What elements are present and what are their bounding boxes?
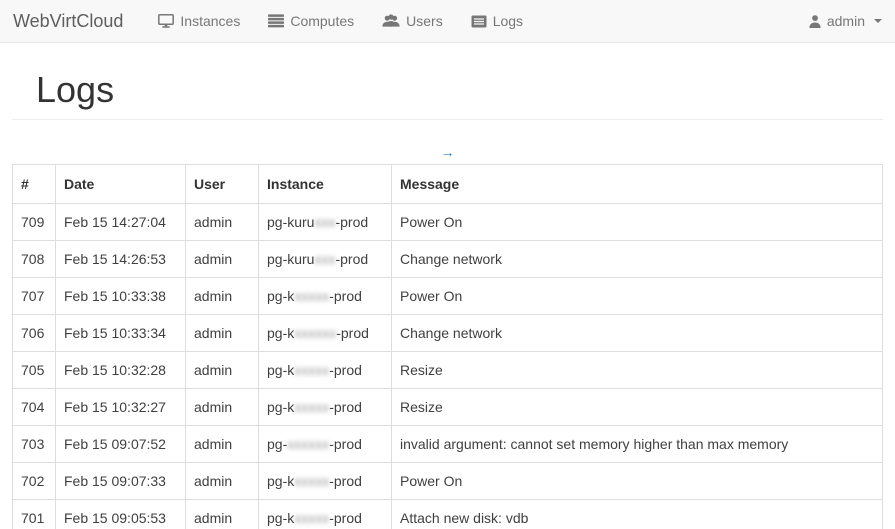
log-date: Feb 15 10:32:27 (56, 389, 186, 426)
table-row: 707 Feb 15 10:33:38 admin pg-kxxxxx-prod… (13, 278, 883, 315)
nav-label: Logs (493, 13, 523, 29)
log-instance: pg-kxxxxxx-prod (259, 315, 392, 352)
nav-item-instances[interactable]: Instances (144, 0, 254, 43)
log-user: admin (186, 278, 259, 315)
nav-item-computes[interactable]: Computes (254, 0, 368, 43)
log-date: Feb 15 09:07:52 (56, 426, 186, 463)
table-row: 704 Feb 15 10:32:27 admin pg-kxxxxx-prod… (13, 389, 883, 426)
log-message: invalid argument: cannot set memory high… (392, 426, 883, 463)
user-menu-label: admin (827, 13, 865, 29)
log-instance: pg-kxxxxx-prod (259, 463, 392, 500)
log-instance: pg-kxxxxx-prod (259, 500, 392, 529)
main-nav: Instances Computes (144, 0, 537, 43)
header-user: User (186, 165, 259, 204)
logs-icon (471, 15, 487, 28)
page-header: Logs (12, 70, 883, 120)
header-id: # (13, 165, 56, 204)
brand-webvirtcloud[interactable]: WebVirtCloud (13, 11, 123, 32)
chevron-down-icon (874, 19, 882, 23)
header-date: Date (56, 165, 186, 204)
log-message: Attach new disk: vdb (392, 500, 883, 529)
log-message: Change network (392, 315, 883, 352)
nav-item-logs[interactable]: Logs (457, 0, 537, 43)
table-row: 705 Feb 15 10:32:28 admin pg-kxxxxx-prod… (13, 352, 883, 389)
log-date: Feb 15 14:26:53 (56, 241, 186, 278)
table-row: 706 Feb 15 10:33:34 admin pg-kxxxxxx-pro… (13, 315, 883, 352)
header-message: Message (392, 165, 883, 204)
nav-item-users[interactable]: Users (368, 0, 457, 43)
log-user: admin (186, 315, 259, 352)
redacted-text: xxxxx (294, 288, 329, 304)
redacted-text: xxx (314, 251, 335, 267)
content: Logs → # Date User Instance Message 709 … (0, 70, 895, 529)
log-date: Feb 15 14:27:04 (56, 204, 186, 241)
log-instance: pg-kxxxxx-prod (259, 278, 392, 315)
log-message: Resize (392, 352, 883, 389)
server-icon (268, 14, 284, 28)
table-row: 703 Feb 15 09:07:52 admin pg-xxxxxx-prod… (13, 426, 883, 463)
redacted-text: xxxxx (294, 510, 329, 526)
desktop-icon (158, 14, 174, 28)
log-id: 703 (13, 426, 56, 463)
log-message: Power On (392, 463, 883, 500)
log-user: admin (186, 463, 259, 500)
log-user: admin (186, 500, 259, 529)
log-id: 705 (13, 352, 56, 389)
pagination: → (12, 144, 883, 162)
log-message: Resize (392, 389, 883, 426)
page-title: Logs (36, 70, 883, 110)
log-user: admin (186, 352, 259, 389)
navbar: WebVirtCloud Instances Compu (0, 0, 895, 43)
user-icon (809, 15, 821, 28)
log-message: Change network (392, 241, 883, 278)
log-message: Power On (392, 278, 883, 315)
log-user: admin (186, 204, 259, 241)
table-row: 701 Feb 15 09:05:53 admin pg-kxxxxx-prod… (13, 500, 883, 529)
log-instance: pg-kuruxxx-prod (259, 241, 392, 278)
redacted-text: xxxxx (294, 473, 329, 489)
log-user: admin (186, 426, 259, 463)
log-message: Power On (392, 204, 883, 241)
log-instance: pg-kxxxxx-prod (259, 352, 392, 389)
header-instance: Instance (259, 165, 392, 204)
log-instance: pg-xxxxxx-prod (259, 426, 392, 463)
table-row: 708 Feb 15 14:26:53 admin pg-kuruxxx-pro… (13, 241, 883, 278)
log-date: Feb 15 09:07:33 (56, 463, 186, 500)
redacted-text: xxxxx (294, 362, 329, 378)
redacted-text: xxx (314, 214, 335, 230)
next-page-link[interactable]: → (441, 144, 455, 160)
log-id: 709 (13, 204, 56, 241)
log-id: 708 (13, 241, 56, 278)
log-id: 702 (13, 463, 56, 500)
users-icon (382, 14, 400, 28)
user-menu-admin[interactable]: admin (809, 13, 882, 29)
table-row: 702 Feb 15 09:07:33 admin pg-kxxxxx-prod… (13, 463, 883, 500)
log-id: 707 (13, 278, 56, 315)
nav-label: Users (406, 13, 443, 29)
table-header-row: # Date User Instance Message (13, 165, 883, 204)
log-date: Feb 15 10:33:34 (56, 315, 186, 352)
redacted-text: xxxxx (294, 399, 329, 415)
log-user: admin (186, 389, 259, 426)
nav-label: Instances (180, 13, 240, 29)
log-id: 701 (13, 500, 56, 529)
logs-table: # Date User Instance Message 709 Feb 15 … (12, 164, 883, 529)
redacted-text: xxxxxx (294, 325, 336, 341)
log-date: Feb 15 10:32:28 (56, 352, 186, 389)
log-id: 706 (13, 315, 56, 352)
log-instance: pg-kxxxxx-prod (259, 389, 392, 426)
log-date: Feb 15 09:05:53 (56, 500, 186, 529)
log-user: admin (186, 241, 259, 278)
redacted-text: xxxxxx (287, 436, 329, 452)
table-row: 709 Feb 15 14:27:04 admin pg-kuruxxx-pro… (13, 204, 883, 241)
log-instance: pg-kuruxxx-prod (259, 204, 392, 241)
nav-label: Computes (290, 13, 354, 29)
log-id: 704 (13, 389, 56, 426)
log-date: Feb 15 10:33:38 (56, 278, 186, 315)
